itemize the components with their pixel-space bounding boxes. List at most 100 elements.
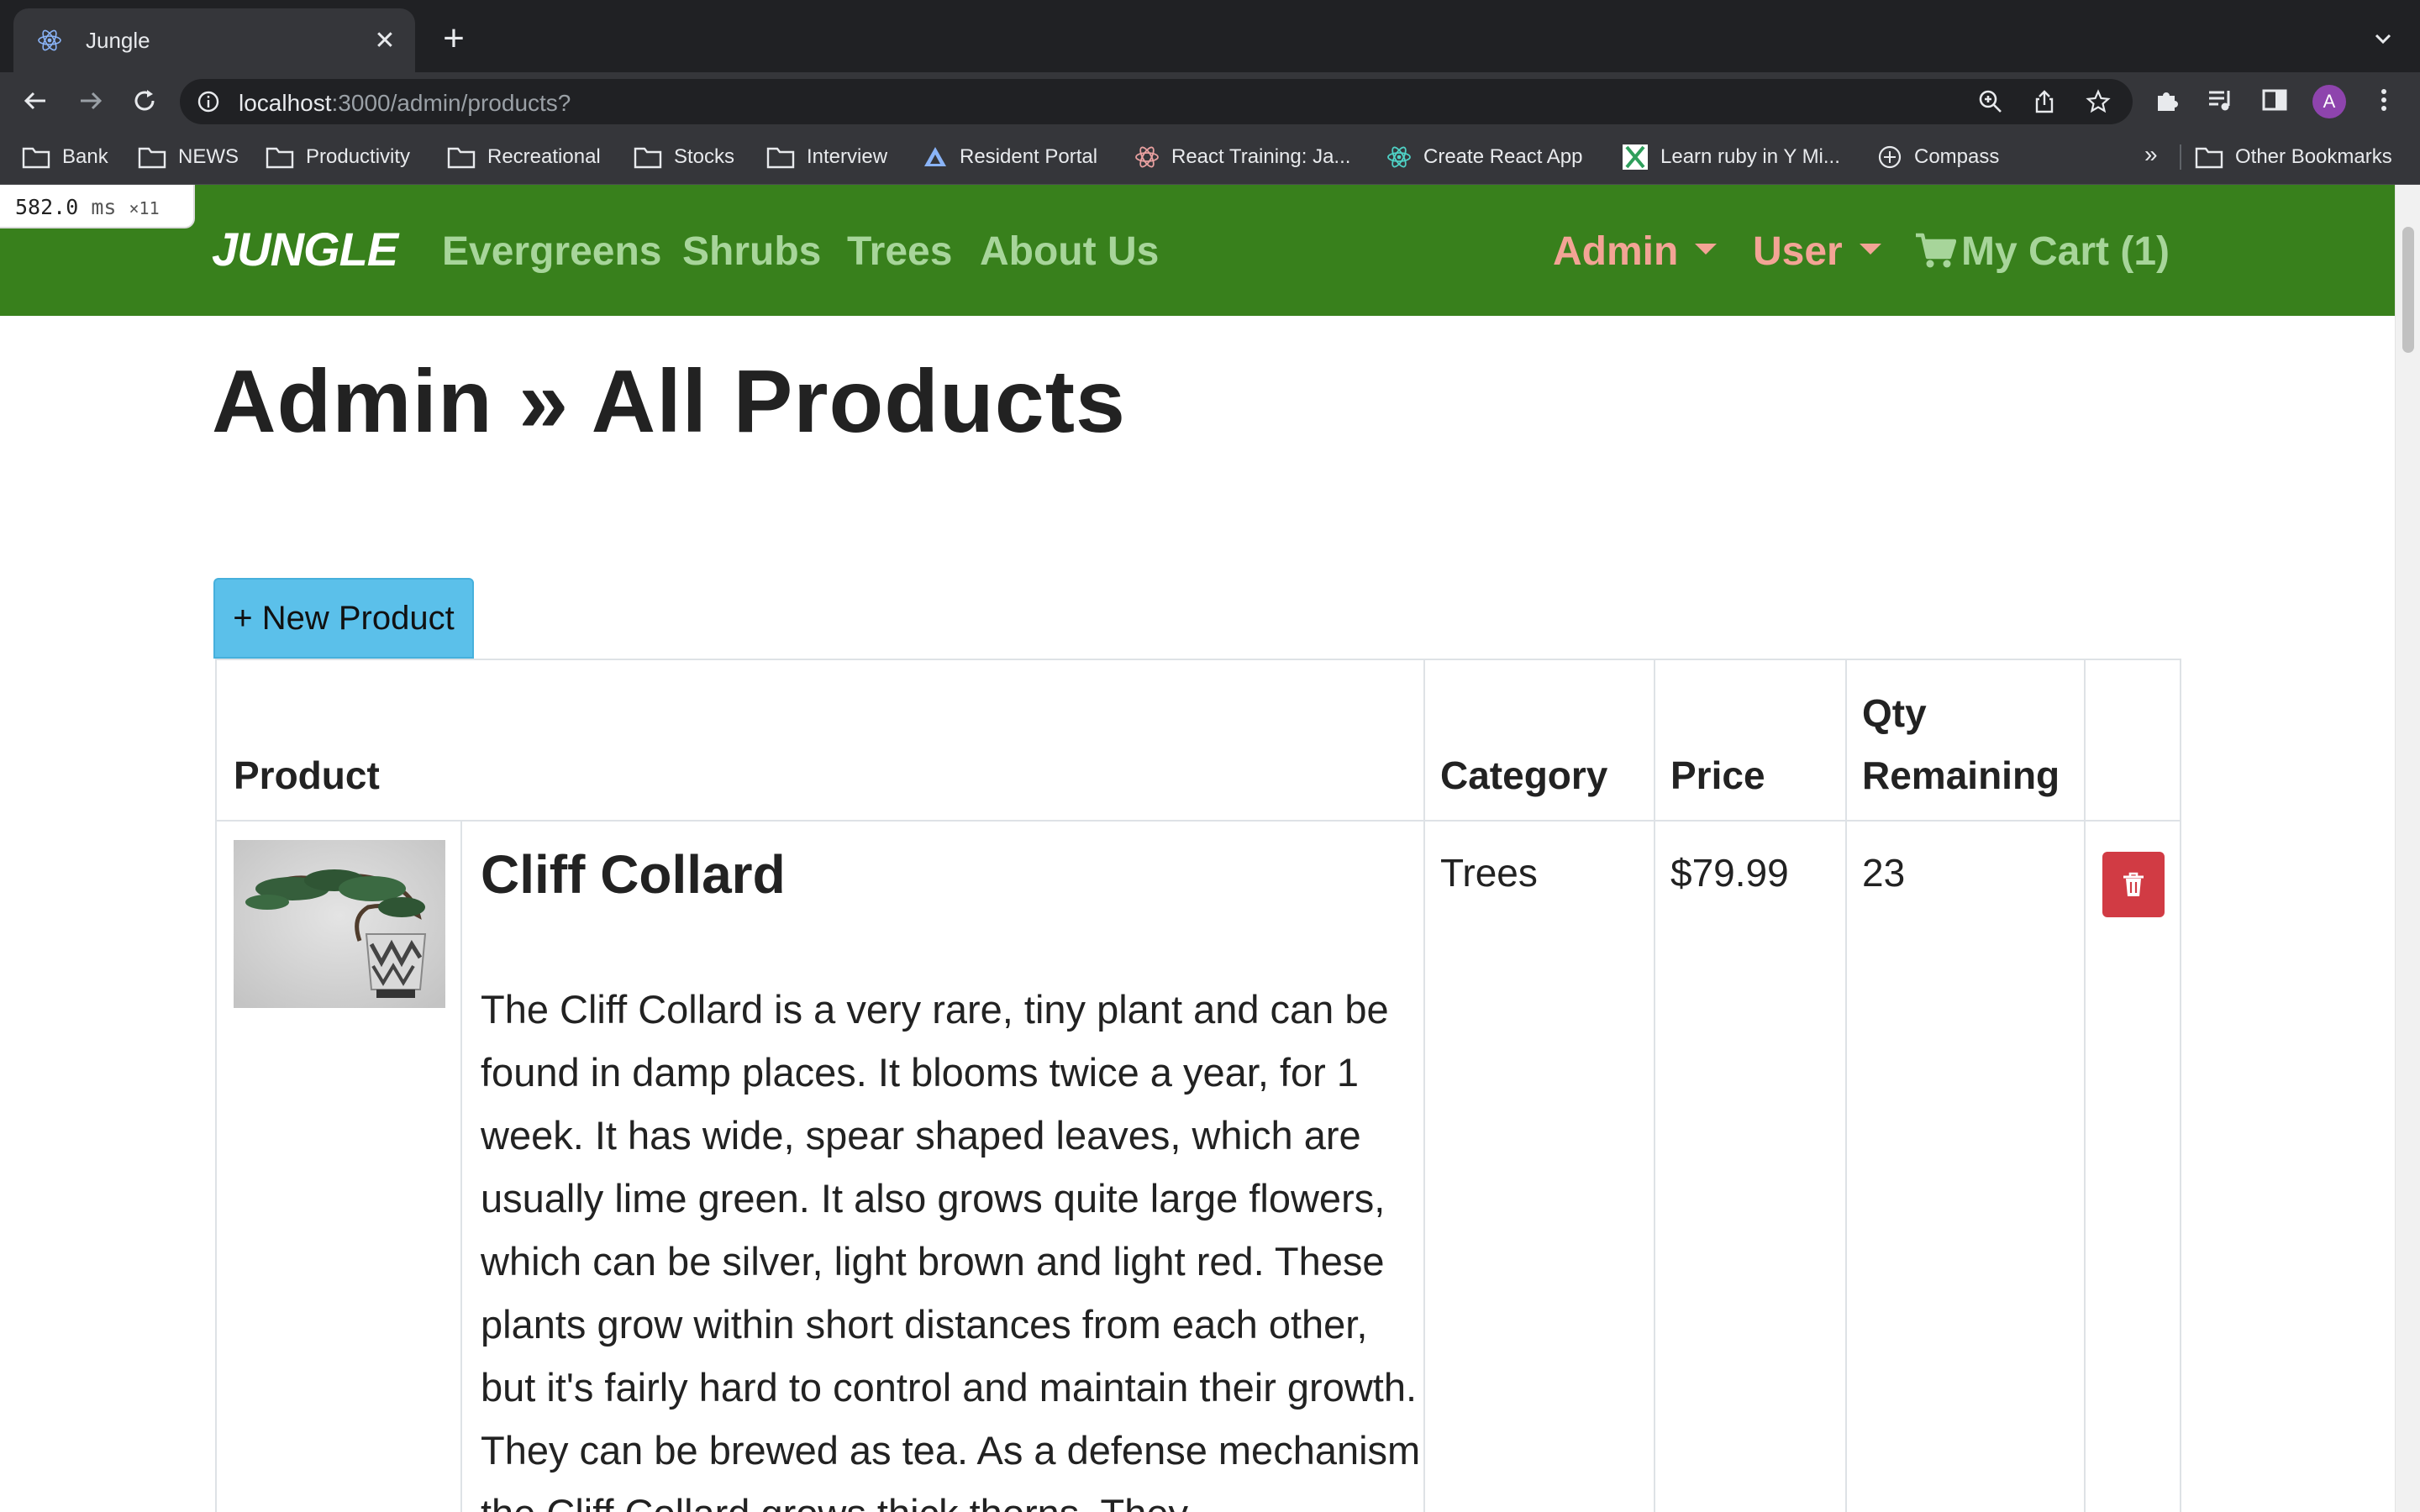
- folder-icon: [447, 147, 476, 169]
- bookmark-recreational[interactable]: Recreational: [447, 143, 601, 171]
- bookmark-label: Resident Portal: [960, 145, 1098, 168]
- scrollbar-thumb[interactable]: [2402, 227, 2414, 353]
- bookmark-learn-ruby[interactable]: Learn ruby in Y Mi...: [1622, 143, 1840, 171]
- caret-down-icon: [1859, 243, 1881, 255]
- address-bar[interactable]: localhost:3000/admin/products?: [180, 79, 2133, 124]
- browser-toolbar: localhost:3000/admin/products? A: [0, 72, 2420, 129]
- bookmark-other[interactable]: Other Bookmarks: [2195, 143, 2392, 171]
- portal-icon: [924, 147, 946, 166]
- menu-icon[interactable]: [2370, 86, 2400, 116]
- url-host: localhost: [239, 90, 332, 116]
- user-label: User: [1753, 229, 1843, 274]
- header-qty-line1: Qty: [1862, 691, 1927, 735]
- perf-timer: 582.0 ms ×11: [0, 185, 195, 228]
- product-category: Trees: [1440, 851, 1538, 895]
- new-product-button[interactable]: + New Product: [213, 578, 474, 659]
- nav-shrubs[interactable]: Shrubs: [682, 228, 821, 275]
- folder-icon: [22, 147, 50, 169]
- perf-unit: ms: [91, 195, 117, 219]
- compass-icon: [1878, 145, 1902, 169]
- column-divider: [2084, 660, 2086, 1512]
- bookmark-react-training[interactable]: React Training: Ja...: [1134, 143, 1350, 171]
- bookmark-label: Productivity: [306, 145, 411, 168]
- admin-dropdown[interactable]: Admin: [1553, 228, 1718, 275]
- cart-icon: [1916, 234, 1956, 268]
- bookmark-label: Learn ruby in Y Mi...: [1660, 145, 1840, 168]
- extensions-icon[interactable]: [2153, 86, 2183, 116]
- delete-product-button[interactable]: [2102, 852, 2165, 917]
- column-divider: [1845, 660, 1847, 1512]
- page-title: Admin » All Products: [212, 352, 1126, 451]
- bookmark-label: React Training: Ja...: [1171, 145, 1351, 168]
- tab-title: Jungle: [86, 27, 150, 53]
- react-icon: [35, 26, 64, 55]
- product-qty: 23: [1862, 851, 1906, 895]
- bookmark-label: Other Bookmarks: [2235, 145, 2392, 168]
- bookmark-create-react-app[interactable]: Create React App: [1386, 143, 1582, 171]
- nav-trees[interactable]: Trees: [847, 228, 952, 275]
- products-table: Product Category Price Qty Remaining Cli…: [215, 659, 2181, 1512]
- profile-avatar[interactable]: A: [2312, 85, 2346, 118]
- product-name[interactable]: Cliff Collard: [481, 843, 786, 906]
- cart-label: My Cart (1): [1961, 229, 2170, 274]
- bookmark-interview[interactable]: Interview: [766, 143, 887, 171]
- product-image: [234, 840, 445, 1008]
- bookmark-compass[interactable]: Compass: [1877, 143, 1999, 171]
- folder-icon: [634, 147, 662, 169]
- react-icon: [1387, 146, 1411, 168]
- forward-icon[interactable]: [74, 84, 108, 118]
- site-navbar: JUNGLE Evergreens Shrubs Trees About Us …: [0, 185, 2395, 316]
- bookmark-resident-portal[interactable]: Resident Portal: [923, 143, 1097, 171]
- header-divider: [217, 820, 2181, 822]
- column-divider: [1423, 660, 1425, 1512]
- tab-search-icon[interactable]: [2370, 25, 2396, 52]
- bookmark-label: Bank: [62, 145, 108, 168]
- new-tab-icon[interactable]: +: [437, 20, 471, 57]
- bookmark-label: Compass: [1914, 145, 2000, 168]
- header-category: Category: [1440, 753, 1608, 797]
- bookmark-bank[interactable]: Bank: [22, 143, 108, 171]
- brand-logo[interactable]: JUNGLE: [212, 222, 398, 276]
- perf-value: 582.0: [15, 195, 79, 219]
- bookmarks-bar: Bank NEWS Productivity Recreational Stoc…: [0, 129, 2420, 185]
- header-product: Product: [234, 753, 380, 797]
- star-icon[interactable]: [2086, 89, 2111, 114]
- bookmark-label: NEWS: [178, 145, 239, 168]
- share-icon[interactable]: [2032, 89, 2057, 114]
- close-tab-icon[interactable]: ✕: [370, 25, 400, 55]
- user-dropdown[interactable]: User: [1753, 228, 1881, 275]
- url-text[interactable]: localhost:3000/admin/products?: [239, 90, 571, 117]
- column-divider: [460, 822, 462, 1512]
- header-price: Price: [1670, 753, 1765, 797]
- folder-icon: [2195, 147, 2223, 169]
- site-info-icon[interactable]: [197, 90, 220, 113]
- back-icon[interactable]: [18, 84, 52, 118]
- page-scrollbar[interactable]: [2395, 185, 2420, 1512]
- cart-link[interactable]: My Cart (1): [1914, 228, 2170, 275]
- folder-icon: [766, 147, 795, 169]
- header-qty: Qty Remaining: [1862, 682, 2060, 806]
- bookmarks-divider: [2180, 144, 2181, 170]
- admin-label: Admin: [1553, 229, 1679, 274]
- bookmark-label: Recreational: [487, 145, 601, 168]
- product-price: $79.99: [1670, 851, 1789, 895]
- zoom-icon[interactable]: [1978, 89, 2003, 114]
- perf-count: ×11: [129, 198, 160, 218]
- url-path: :3000/admin/products?: [331, 90, 571, 116]
- browser-tab[interactable]: Jungle ✕: [13, 8, 415, 72]
- react-training-icon: [1135, 146, 1159, 168]
- bookmark-productivity[interactable]: Productivity: [266, 143, 410, 171]
- folder-icon: [138, 147, 166, 169]
- bookmark-stocks[interactable]: Stocks: [634, 143, 734, 171]
- bookmark-label: Create React App: [1423, 145, 1583, 168]
- bookmark-label: Stocks: [674, 145, 735, 168]
- nav-evergreens[interactable]: Evergreens: [442, 228, 662, 275]
- more-bookmarks-chevron[interactable]: »: [2144, 141, 2158, 168]
- side-panel-icon[interactable]: [2260, 86, 2291, 116]
- product-description: The Cliff Collard is a very rare, tiny p…: [481, 987, 1421, 1512]
- bookmark-label: Interview: [807, 145, 888, 168]
- bookmark-news[interactable]: NEWS: [138, 143, 239, 171]
- nav-about-us[interactable]: About Us: [980, 228, 1159, 275]
- reload-icon[interactable]: [128, 84, 161, 118]
- media-control-icon[interactable]: [2207, 86, 2237, 116]
